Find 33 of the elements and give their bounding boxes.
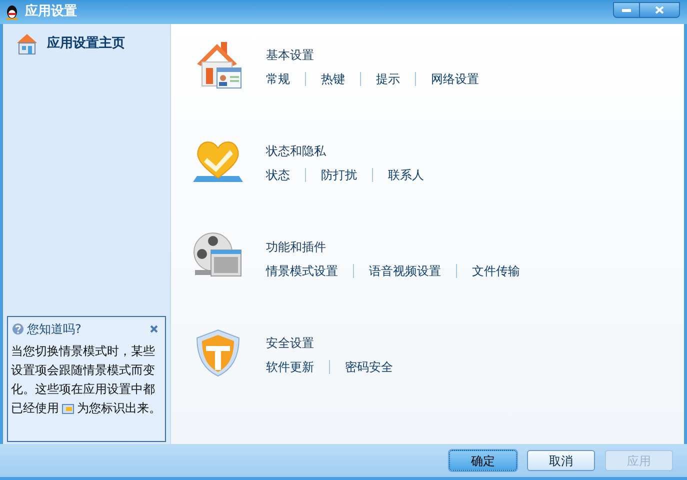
settings-link[interactable]: 常规: [266, 70, 290, 88]
dialog-button[interactable]: 取消: [527, 450, 595, 471]
window-title: 应用设置: [25, 2, 77, 22]
tip-text: 已经使用: [11, 400, 59, 417]
close-icon: [655, 6, 664, 14]
settings-link[interactable]: 联系人: [388, 166, 424, 184]
sidebar-item[interactable]: 应用设置主页: [7, 30, 166, 58]
help-icon: [12, 323, 24, 335]
section-title: 基本设置: [266, 47, 315, 64]
marker-icon: [62, 404, 74, 414]
settings-link[interactable]: 网络设置: [431, 70, 479, 88]
settings-link[interactable]: 提示: [376, 70, 400, 88]
settings-link[interactable]: 情景模式设置: [266, 262, 338, 280]
settings-link[interactable]: 热键: [321, 70, 345, 88]
minimize-icon: [622, 8, 631, 12]
penguin-icon: [4, 4, 20, 20]
close-icon[interactable]: [150, 325, 158, 333]
section-title: 功能和插件: [266, 239, 327, 256]
section-title: 安全设置: [266, 335, 315, 352]
house-icon: [15, 32, 39, 56]
settings-link[interactable]: 语音视频设置: [369, 262, 441, 280]
settings-link[interactable]: 软件更新: [266, 358, 314, 376]
section-title: 状态和隐私: [266, 143, 327, 160]
settings-link[interactable]: 防打扰: [321, 166, 357, 184]
tip-text: 当您切换情景模式时，某些设置项会跟随情景模式而变化。这些项在应用设置中都: [11, 343, 156, 398]
dialog-button[interactable]: 确定: [449, 450, 517, 471]
settings-link[interactable]: 文件传输: [472, 262, 520, 280]
settings-link[interactable]: 状态: [266, 166, 290, 184]
close-button[interactable]: [640, 2, 680, 18]
minimize-button[interactable]: [613, 2, 640, 18]
tip-title: 您知道吗?: [27, 321, 82, 338]
tip-text: 为您标识出来。: [77, 400, 161, 417]
settings-link[interactable]: 密码安全: [345, 358, 393, 376]
